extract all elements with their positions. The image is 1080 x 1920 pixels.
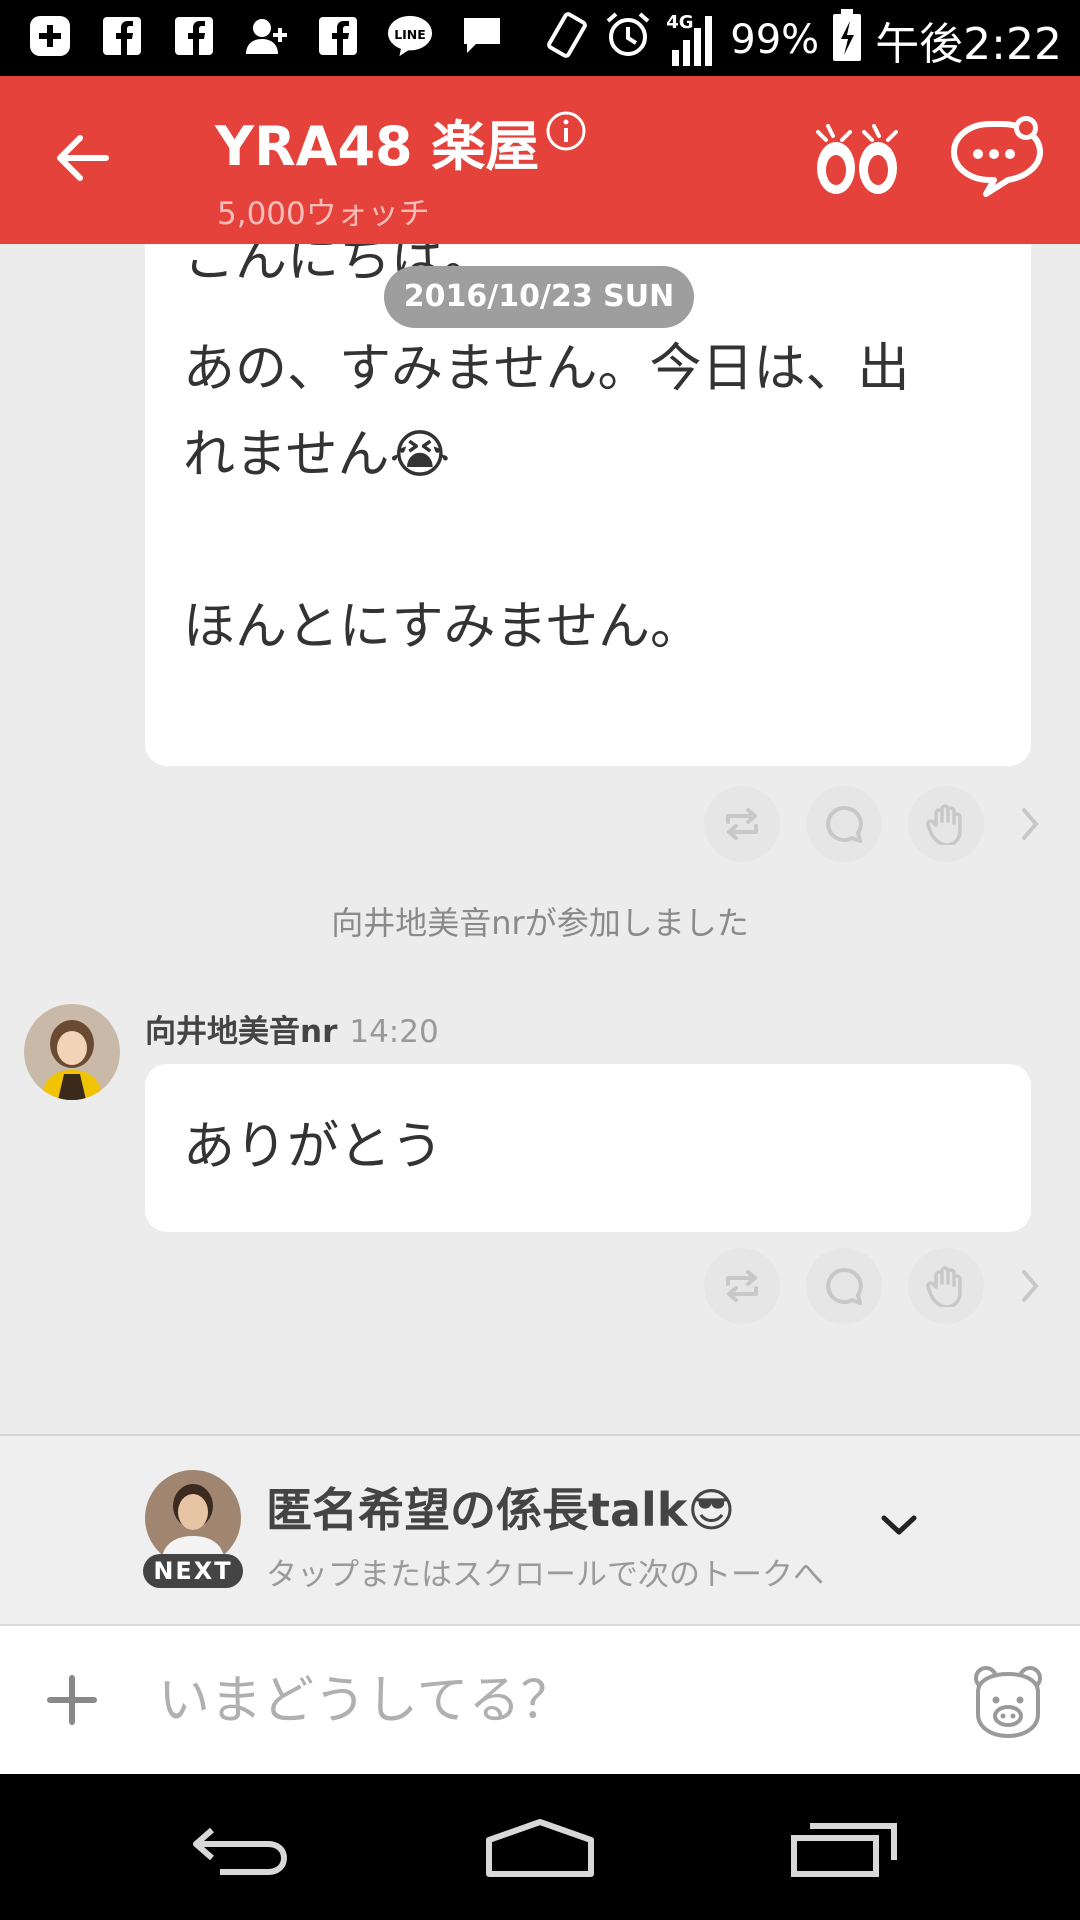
message-text: ありがとう: [183, 1117, 444, 1177]
vibrate-icon: [544, 10, 590, 71]
nav-home-icon[interactable]: [485, 1810, 595, 1886]
svg-text:LINE: LINE: [394, 27, 426, 42]
nav-recents-icon[interactable]: [790, 1810, 900, 1886]
line-icon: LINE: [386, 12, 434, 60]
message-bubble[interactable]: ありがとう: [145, 1064, 1031, 1232]
message-text: あの、すみません。今日は、出: [183, 339, 910, 399]
status-bar: LINE 4G 99% 午後2:22: [0, 0, 1080, 76]
clock: 午後2:22: [875, 19, 1062, 70]
composer: [0, 1624, 1080, 1774]
next-talk-avatar: [145, 1470, 241, 1566]
plus-box-icon: [26, 12, 74, 60]
page-title: YRA48 楽屋: [215, 115, 540, 178]
facebook-icon: [314, 12, 362, 60]
facebook-icon: [98, 12, 146, 60]
hand-icon[interactable]: [908, 1248, 984, 1324]
info-icon[interactable]: [545, 110, 587, 152]
comment-icon[interactable]: [806, 1248, 882, 1324]
next-talk-subtitle: タップまたはスクロールで次のトークへ: [266, 1557, 824, 1593]
chat-area[interactable]: こんにちは。 あの、すみません。今日は、出 れません😭 ほんとにすみません。 2…: [0, 244, 1080, 1436]
chat-menu-icon[interactable]: [950, 114, 1046, 200]
back-arrow-icon[interactable]: [52, 128, 112, 188]
person-add-icon: [242, 12, 290, 60]
plus-icon[interactable]: [44, 1672, 100, 1728]
message-icon: [458, 12, 506, 60]
repost-icon[interactable]: [704, 786, 780, 862]
watch-eyes-icon[interactable]: [812, 118, 902, 204]
next-talk-title: 匿名希望の係長talk😎: [266, 1483, 736, 1537]
system-message: 向井地美音nrが参加しました: [331, 904, 749, 942]
next-talk-bar[interactable]: NEXT 匿名希望の係長talk😎 タップまたはスクロールで次のトークへ: [0, 1434, 1080, 1624]
battery-icon: [833, 8, 862, 72]
signal-icon: 4G: [666, 12, 716, 68]
watcher-count: 5,000ウォッチ: [217, 196, 430, 232]
chevron-down-icon[interactable]: [876, 1502, 922, 1548]
nav-back-icon[interactable]: [184, 1810, 294, 1886]
sticker-bear-icon[interactable]: [968, 1662, 1048, 1742]
date-pill: 2016/10/23 SUN: [384, 266, 694, 328]
message-text: れません😭: [183, 425, 451, 485]
message-input[interactable]: [158, 1656, 918, 1746]
hand-icon[interactable]: [908, 786, 984, 862]
message-actions: [704, 1248, 1050, 1324]
battery-percent: 99%: [730, 17, 820, 63]
chevron-right-icon[interactable]: [1010, 1248, 1050, 1324]
message-actions: [704, 786, 1050, 862]
facebook-icon: [170, 12, 218, 60]
comment-icon[interactable]: [806, 786, 882, 862]
message-text: ほんとにすみません。: [183, 597, 702, 657]
sender-name: 向井地美音nr 14:20: [145, 1014, 439, 1050]
repost-icon[interactable]: [704, 1248, 780, 1324]
alarm-icon: [604, 11, 652, 70]
app-bar: YRA48 楽屋 5,000ウォッチ: [0, 76, 1080, 244]
chevron-right-icon[interactable]: [1010, 786, 1050, 862]
message-time: 14:20: [349, 1014, 439, 1050]
next-badge: NEXT: [143, 1554, 243, 1588]
system-nav-bar: [0, 1774, 1080, 1920]
avatar[interactable]: [24, 1004, 120, 1100]
